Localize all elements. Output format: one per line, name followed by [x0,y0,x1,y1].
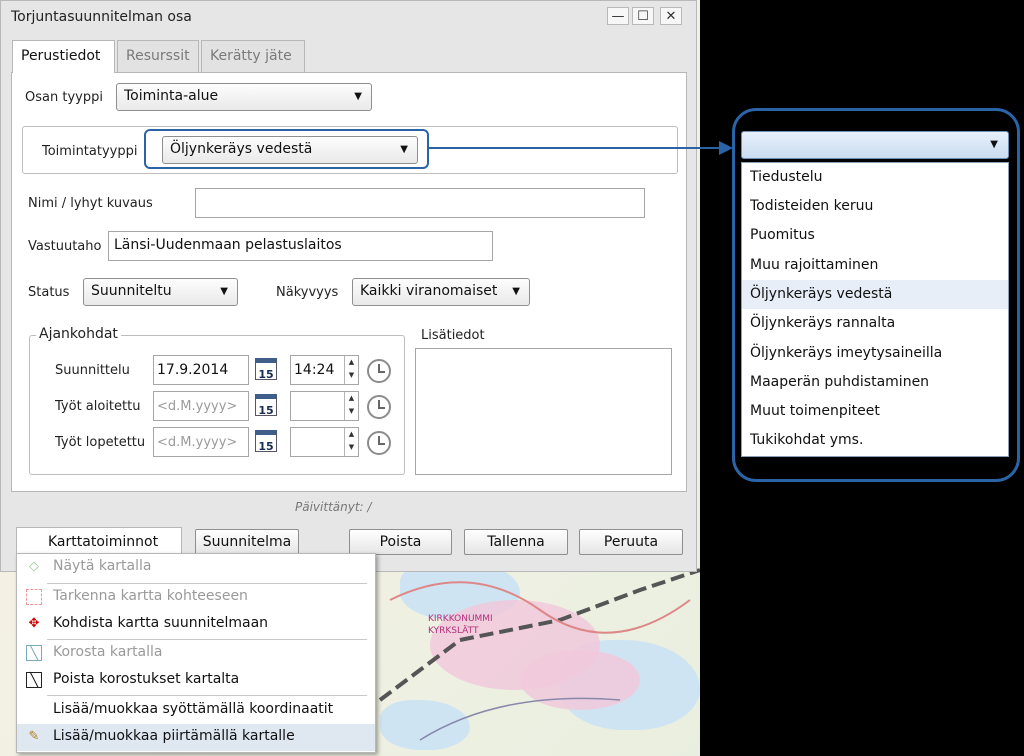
tyot-lopetettu-date[interactable]: <d.M.yyyy> [153,427,249,457]
minimize-button[interactable]: — [607,7,629,25]
dialog-title: Torjuntasuunnitelman osa [11,9,192,25]
suunnittelu-time[interactable]: 14:24 ▲ ▼ [290,355,359,385]
clock-icon[interactable] [367,359,391,383]
tyot-aloitettu-time[interactable]: ▲ ▼ [290,391,359,421]
show-on-map-icon: ◇ [29,559,39,574]
dropdown-option[interactable]: Muut toimenpiteet [742,397,1008,426]
suunnittelu-label: Suunnittelu [55,363,130,378]
status-select[interactable]: Suunniteltu ▼ [83,278,238,306]
vastuutaho-label: Vastuutaho [28,239,102,254]
tab-perustiedot[interactable]: Perustiedot [12,40,115,73]
menu-item-label: Kohdista kartta suunnitelmaan [53,615,269,631]
peruuta-button[interactable]: Peruuta [579,529,683,555]
menu-item-tarkenna[interactable]: Tarkenna kartta kohteeseen [17,584,375,611]
tyot-aloitettu-date[interactable]: <d.M.yyyy> [153,391,249,421]
date-placeholder: <d.M.yyyy> [157,399,238,414]
clock-icon[interactable] [367,431,391,455]
menu-item-kohdista[interactable]: ✥ Kohdista kartta suunnitelmaan [17,611,375,638]
dropdown-option-selected[interactable]: Öljynkeräys vedestä [742,280,1008,309]
dropdown-option[interactable]: Muu rajoittaminen [742,251,1008,280]
lisatiedot-textarea[interactable] [415,348,672,475]
plan-part-dialog: Torjuntasuunnitelman osa — ☐ ✕ Perustied… [0,0,697,572]
nimi-label: Nimi / lyhyt kuvaus [28,196,153,211]
nakyvyys-label: Näkyvyys [276,285,339,300]
osan-tyyppi-label: Osan tyyppi [25,90,103,105]
karttatoiminnot-label: Karttatoiminnot [48,534,159,550]
suunnittelu-time-value: 14:24 [294,362,335,378]
calendar-icon[interactable]: 15 [255,394,277,417]
chevron-down-icon: ▼ [220,286,228,297]
toimintatyyppi-options-list: Tiedustelu Todisteiden keruu Puomitus Mu… [741,162,1009,457]
close-button[interactable]: ✕ [660,7,682,25]
callout-connector [429,147,721,149]
menu-item-label: Tarkenna kartta kohteeseen [53,588,248,604]
chevron-down-icon: ▼ [354,91,362,102]
arrow-right-icon [719,141,733,155]
dropdown-option[interactable]: Tukikohdat yms. [742,426,1008,455]
dropdown-option[interactable]: Tiedustelu [742,163,1008,192]
nakyvyys-select[interactable]: Kaikki viranomaiset ▼ [352,278,530,306]
clock-icon[interactable] [367,395,391,419]
calendar-icon[interactable]: 15 [255,430,277,453]
callout-highlight-box [144,129,429,169]
zoom-to-target-icon [26,589,42,605]
tallenna-button[interactable]: Tallenna [464,529,568,555]
suunnitelma-button[interactable]: Suunnitelma [195,529,299,555]
osan-tyyppi-value: Toiminta-alue [124,88,219,104]
dropdown-option[interactable]: Öljynkeräys imeytysaineilla [742,339,1008,368]
nimi-field[interactable] [195,188,645,218]
nakyvyys-value: Kaikki viranomaiset [360,283,498,299]
menu-item-label: Lisää/muokkaa syöttämällä koordinaatit [53,701,334,717]
status-value: Suunniteltu [91,283,172,299]
tyot-aloitettu-label: Työt aloitettu [55,399,141,414]
menu-item-korosta[interactable]: ╲ Korosta kartalla [17,640,375,667]
menu-separator [47,695,367,696]
ajankohdat-legend: Ajankohdat [36,326,121,342]
menu-item-koordinaatit[interactable]: Lisää/muokkaa syöttämällä koordinaatit [17,697,375,724]
dropdown-option[interactable]: Todisteiden keruu [742,192,1008,221]
menu-item-nayta-kartalla[interactable]: ◇ Näytä kartalla [17,554,375,581]
chevron-down-icon: ▼ [990,139,998,150]
time-spinner[interactable]: ▲ ▼ [344,392,358,420]
dropdown-option[interactable]: Öljynkeräys rannalta [742,309,1008,338]
pencil-icon: ✎ [28,729,40,744]
map-actions-menu: ◇ Näytä kartalla Tarkenna kartta kohtees… [16,553,376,753]
date-placeholder: <d.M.yyyy> [157,435,238,450]
suunnittelu-date[interactable]: 17.9.2014 [153,355,249,385]
highlight-icon: ╲ [26,645,42,661]
dropdown-option[interactable]: Maaperän puhdistaminen [742,368,1008,397]
tyot-lopetettu-time[interactable]: ▲ ▼ [290,427,359,457]
lisatiedot-label: Lisätiedot [421,328,485,343]
osan-tyyppi-select[interactable]: Toiminta-alue ▼ [116,83,372,111]
focus-plan-icon: ✥ [28,616,40,631]
menu-item-label: Näytä kartalla [53,558,152,574]
menu-item-label: Poista korostukset kartalta [53,671,240,687]
remove-highlight-icon: ╲ [26,672,42,688]
map-label-kirkkonummi: KIRKKONUMMI [428,614,493,624]
maximize-button[interactable]: ☐ [632,7,654,25]
time-spinner[interactable]: ▲ ▼ [344,356,358,384]
menu-item-poista-korostukset[interactable]: ╲ Poista korostukset kartalta [17,667,375,694]
tyot-lopetettu-label: Työt lopetettu [55,435,146,450]
menu-item-label: Lisää/muokkaa piirtämällä kartalle [53,728,295,744]
map-label-kyrkslatt: KYRKSLÄTT [428,626,479,636]
tab-resurssit[interactable]: Resurssit [117,40,199,72]
menu-item-piirtamalla[interactable]: ✎ Lisää/muokkaa piirtämällä kartalle [17,724,375,751]
dropdown-option[interactable]: Puomitus [742,221,1008,250]
time-spinner[interactable]: ▲ ▼ [344,428,358,456]
toimintatyyppi-label: Toimintatyyppi [42,144,138,159]
vastuutaho-field[interactable]: Länsi-Uudenmaan pelastuslaitos [108,231,493,261]
chevron-down-icon: ▼ [512,286,520,297]
status-label: Status [28,285,70,300]
paivittanyt-text: Päivittänyt: / [295,500,372,514]
tab-keratty-jate[interactable]: Kerätty jäte [201,40,305,72]
poista-button[interactable]: Poista [349,529,452,555]
calendar-icon[interactable]: 15 [255,358,277,381]
menu-item-label: Korosta kartalla [53,644,163,660]
toimintatyyppi-dropdown-open[interactable]: ▼ [741,131,1009,159]
